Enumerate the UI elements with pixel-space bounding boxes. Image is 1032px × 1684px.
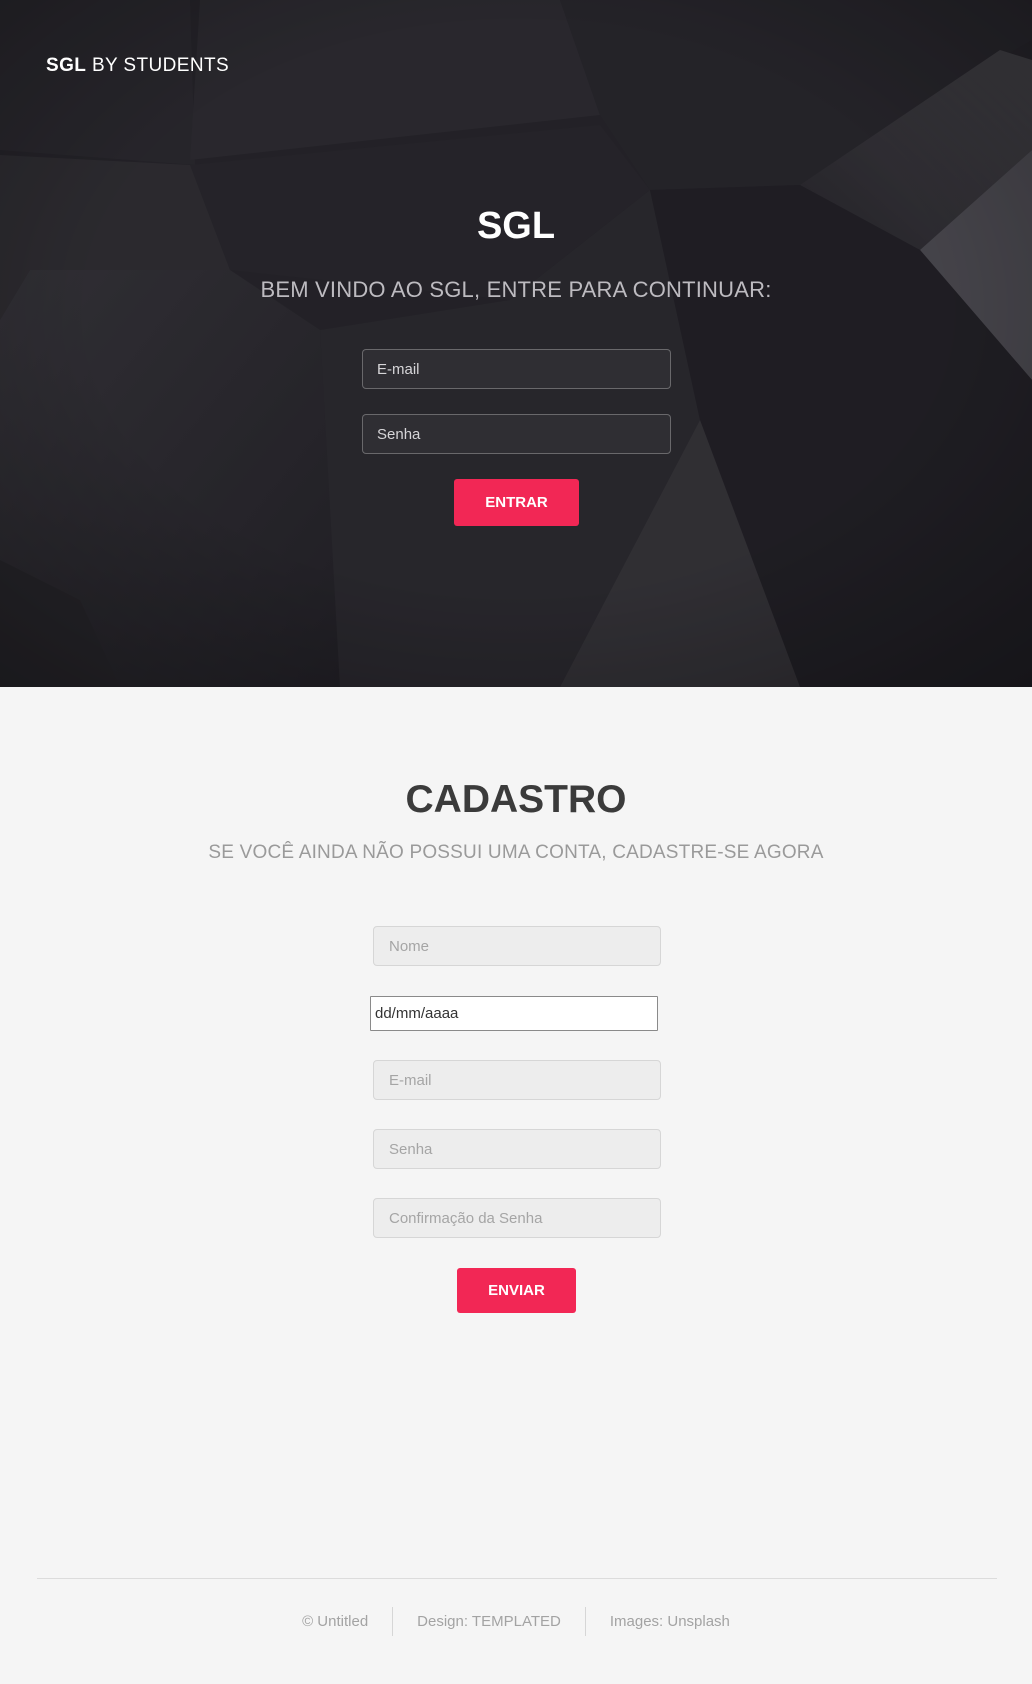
login-password-placeholder: Senha [377,425,421,443]
cadastro-title: CADASTRO [405,778,627,821]
login-email-placeholder: E-mail [377,360,420,378]
hero-background-image [0,0,1032,687]
login-password-field[interactable]: Senha [362,414,671,454]
hero-title: SGL [476,205,556,247]
register-password-field[interactable]: Senha [373,1129,661,1169]
cadastro-subtitle: SE VOCÊ AINDA NÃO POSSUI UMA CONTA, CADA… [208,842,824,863]
footer-copyright: © Untitled [302,1612,369,1630]
footer-divider [37,1578,997,1579]
birthdate-field[interactable]: dd/mm/aaaa [370,996,658,1031]
nome-field[interactable]: Nome [373,926,661,966]
footer-images-link[interactable]: Images: Unsplash [586,1613,754,1630]
footer-design-link[interactable]: Design: TEMPLATED [393,1613,585,1630]
brand-rest: BY STUDENTS [91,55,230,76]
page: SGL BY STUDENTS SGL BEM VINDO AO SGL, EN… [0,0,1032,1684]
entrar-button[interactable]: ENTRAR [454,479,579,526]
confirm-password-field[interactable]: Confirmação da Senha [373,1198,661,1238]
confirm-password-placeholder: Confirmação da Senha [389,1209,543,1227]
register-email-placeholder: E-mail [389,1071,432,1089]
register-password-placeholder: Senha [389,1140,433,1158]
login-email-field[interactable]: E-mail [362,349,671,389]
hero-banner: SGL BY STUDENTS SGL BEM VINDO AO SGL, EN… [0,0,1032,687]
nome-placeholder: Nome [389,937,430,955]
enviar-button[interactable]: ENVIAR [457,1268,576,1313]
footer: © Untitled Design: TEMPLATED Images: Uns… [0,1606,1032,1636]
birthdate-placeholder: dd/mm/aaaa [375,1005,459,1022]
brand-bold: SGL [46,55,87,76]
brand-logo[interactable]: SGL BY STUDENTS [46,55,229,77]
hero-subtitle: BEM VINDO AO SGL, ENTRE PARA CONTINUAR: [260,277,772,302]
register-email-field[interactable]: E-mail [373,1060,661,1100]
